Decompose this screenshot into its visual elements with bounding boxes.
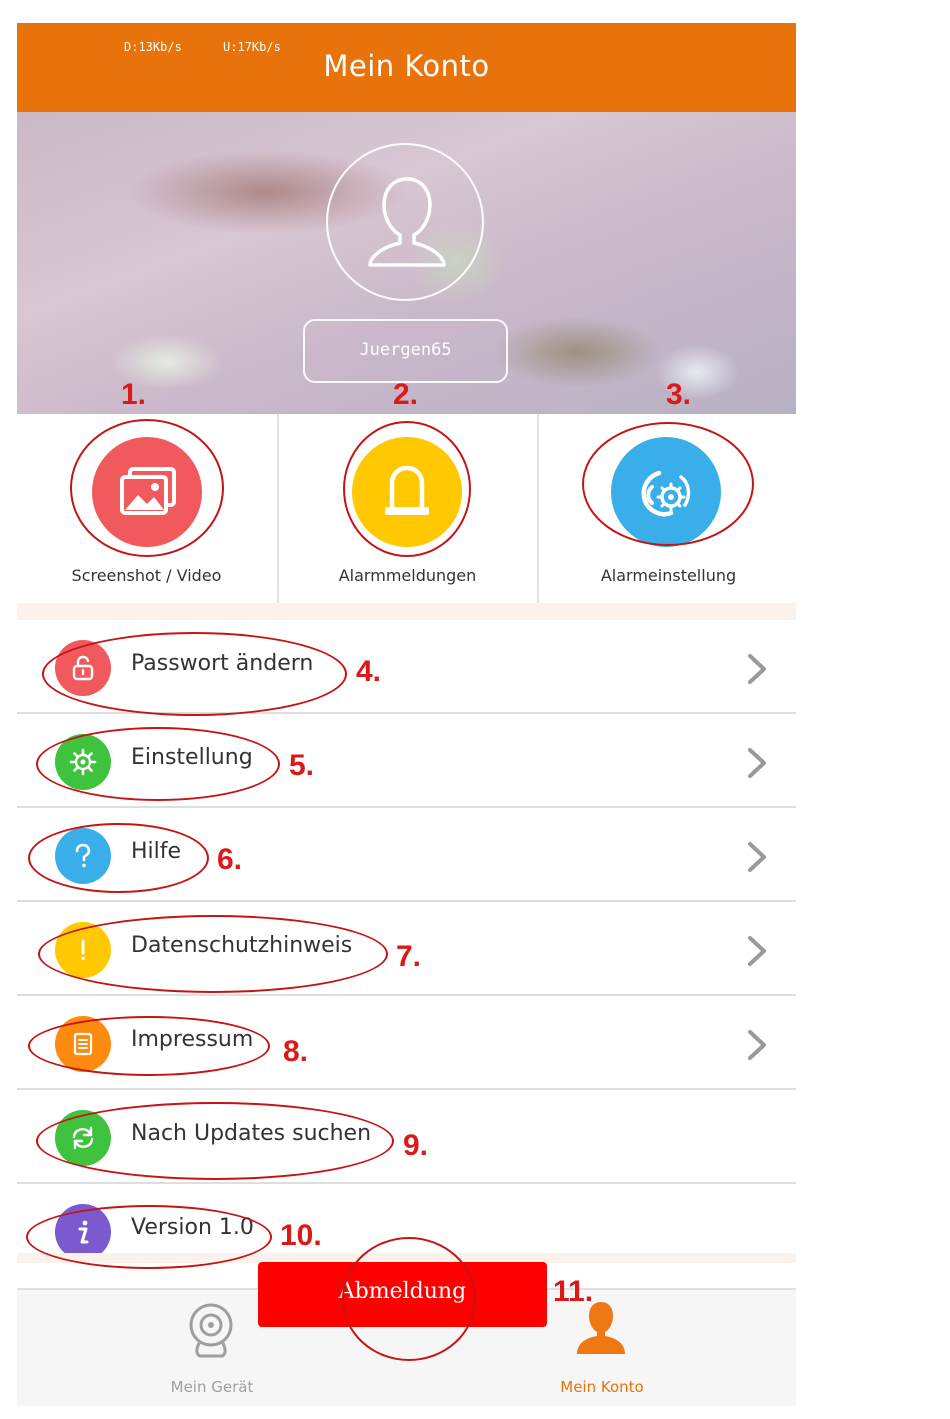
annotation-number: 10. bbox=[280, 1219, 322, 1252]
annotation-number: 1. bbox=[121, 378, 147, 411]
annotation-ellipse bbox=[70, 419, 224, 557]
profile-banner: Juergen65 bbox=[17, 112, 796, 414]
alarm-settings-label: Alarmeinstellung bbox=[600, 566, 737, 585]
annotation-ellipse bbox=[582, 422, 754, 546]
annotation-ellipse bbox=[28, 823, 209, 893]
annotation-ellipse bbox=[26, 1205, 272, 1269]
section-spacer bbox=[17, 603, 796, 620]
alarm-messages-label: Alarmmeldungen bbox=[338, 566, 477, 585]
annotation-number: 7. bbox=[396, 940, 422, 973]
app-screen: D:13Kb/s U:17Kb/s Mein Konto Juergen65 S… bbox=[17, 23, 796, 1406]
annotation-number: 3. bbox=[666, 378, 692, 411]
annotation-number: 8. bbox=[283, 1035, 309, 1068]
annotation-ellipse bbox=[42, 632, 347, 716]
chevron-right-icon bbox=[748, 748, 766, 778]
tab-label: Mein Gerät bbox=[170, 1378, 254, 1396]
annotation-ellipse bbox=[343, 421, 471, 557]
annotation-number: 2. bbox=[393, 378, 419, 411]
annotation-ellipse bbox=[38, 915, 388, 993]
annotation-ellipse bbox=[36, 727, 280, 801]
annotation-ellipse bbox=[342, 1237, 476, 1361]
header-bar: D:13Kb/s U:17Kb/s Mein Konto bbox=[17, 23, 796, 112]
user-avatar-icon bbox=[368, 177, 446, 267]
annotation-number: 4. bbox=[356, 655, 382, 688]
camera-icon bbox=[189, 1303, 233, 1358]
annotation-number: 5. bbox=[289, 749, 315, 782]
chevron-right-icon bbox=[748, 842, 766, 872]
chevron-right-icon bbox=[748, 936, 766, 966]
annotation-number: 9. bbox=[403, 1129, 429, 1162]
username-label: Juergen65 bbox=[359, 340, 452, 360]
chevron-right-icon bbox=[748, 654, 766, 684]
chevron-right-icon bbox=[748, 1030, 766, 1060]
page-title: Mein Konto bbox=[323, 49, 490, 83]
annotation-number: 6. bbox=[217, 843, 243, 876]
tab-label: Mein Konto bbox=[560, 1378, 644, 1396]
screenshot-video-label: Screenshot / Video bbox=[71, 566, 222, 585]
annotation-ellipse bbox=[36, 1102, 394, 1180]
annotation-ellipse bbox=[28, 1016, 270, 1076]
username-box[interactable]: Juergen65 bbox=[303, 319, 508, 383]
avatar[interactable] bbox=[326, 143, 484, 301]
annotation-number: 11. bbox=[553, 1275, 594, 1308]
